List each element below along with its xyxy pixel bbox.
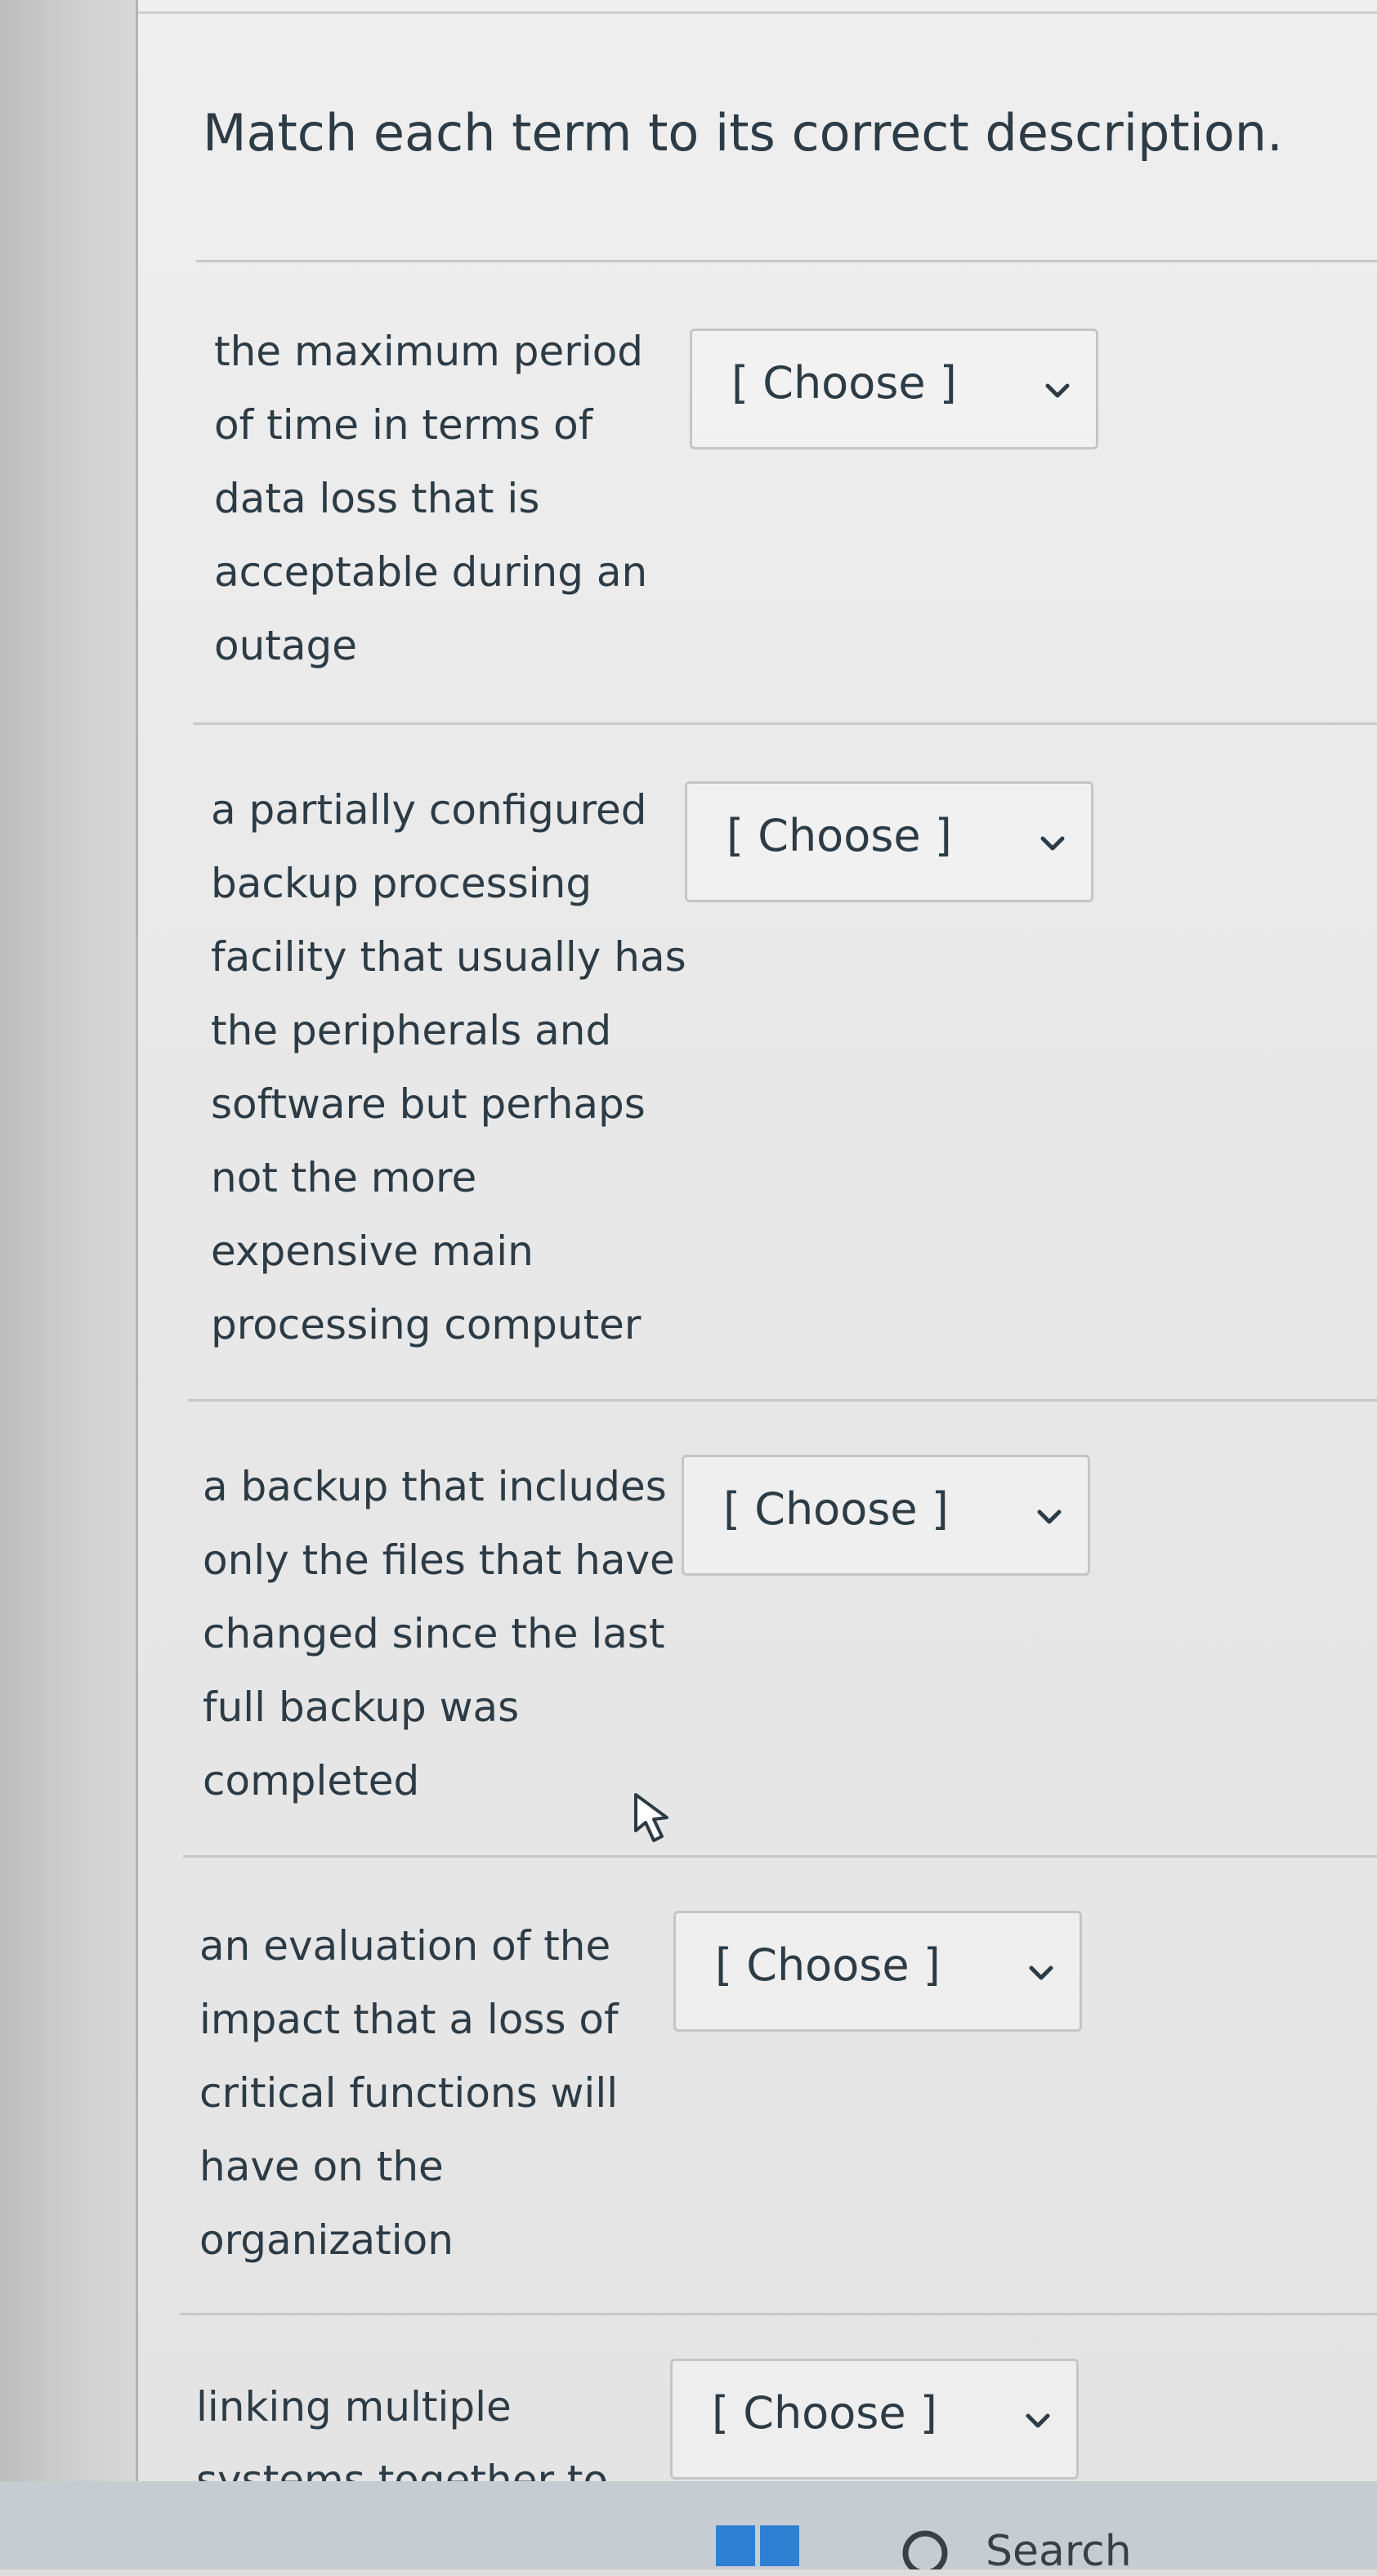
chevron-down-icon — [1040, 836, 1065, 851]
answer-dropdown-3[interactable]: [ Choose ] — [682, 1455, 1090, 1576]
description-line: not the more — [211, 1154, 477, 1201]
description-line: acceptable during an — [214, 548, 648, 596]
left-gutter — [0, 0, 137, 2569]
chevron-down-icon — [1037, 1509, 1062, 1524]
chevron-down-icon — [1045, 383, 1070, 398]
answer-dropdown-2[interactable]: [ Choose ] — [685, 781, 1093, 902]
answer-dropdown-1[interactable]: [ Choose ] — [690, 329, 1098, 449]
description-line: impact that a loss of — [199, 1996, 619, 2043]
term-description-1: the maximum period of time in terms of d… — [214, 315, 647, 682]
description-line: linking multiple — [196, 2383, 512, 2431]
dropdown-value: [ Choose ] — [723, 1483, 949, 1535]
description-line: full backup was — [203, 1684, 520, 1731]
description-line: outage — [214, 622, 358, 669]
description-line: only the files that have — [203, 1536, 675, 1584]
answer-dropdown-5[interactable]: [ Choose ] — [670, 2359, 1079, 2480]
description-line: critical functions will — [199, 2069, 619, 2117]
description-line: software but perhaps — [211, 1080, 646, 1128]
windows-start-icon[interactable] — [713, 2522, 804, 2569]
row-separator — [196, 260, 1377, 262]
row-separator — [183, 1855, 1377, 1858]
description-line: of time in terms of — [214, 401, 593, 449]
chevron-down-icon — [1026, 2413, 1050, 2428]
description-line: have on the — [199, 2143, 444, 2190]
description-line: a backup that includes — [203, 1463, 667, 1510]
description-line: the maximum period — [214, 328, 644, 375]
top-divider — [138, 11, 1377, 14]
dropdown-value: [ Choose ] — [727, 810, 952, 861]
row-separator — [193, 722, 1377, 725]
taskbar — [0, 2481, 1377, 2569]
description-line: the peripherals and — [211, 1007, 612, 1054]
description-line: facility that usually has — [211, 933, 686, 981]
chevron-down-icon — [1029, 1966, 1053, 1980]
description-line: organization — [199, 2216, 454, 2264]
dropdown-value: [ Choose ] — [715, 1939, 941, 1991]
taskbar-search-label[interactable]: Search — [986, 2527, 1132, 2576]
dropdown-value: [ Choose ] — [731, 357, 957, 409]
search-icon[interactable] — [892, 2525, 958, 2569]
dropdown-value: [ Choose ] — [712, 2387, 937, 2439]
term-description-3: a backup that includes only the files th… — [203, 1450, 675, 1818]
description-line: completed — [203, 1757, 420, 1805]
description-line: a partially configured — [211, 786, 647, 834]
row-separator — [180, 2313, 1377, 2315]
term-description-4: an evaluation of the impact that a loss … — [199, 1909, 619, 2277]
description-line: data loss that is — [214, 475, 540, 522]
row-separator — [188, 1399, 1377, 1402]
description-line: backup processing — [211, 860, 592, 907]
description-line: an evaluation of the — [199, 1922, 611, 1970]
description-line: changed since the last — [203, 1610, 665, 1657]
question-instruction: Match each term to its correct descripti… — [203, 103, 1283, 163]
description-line: processing computer — [211, 1301, 642, 1348]
mouse-cursor-icon — [634, 1793, 668, 1842]
answer-dropdown-4[interactable]: [ Choose ] — [673, 1911, 1082, 2032]
description-line: expensive main — [211, 1228, 534, 1275]
term-description-2: a partially configured backup processing… — [211, 773, 686, 1362]
